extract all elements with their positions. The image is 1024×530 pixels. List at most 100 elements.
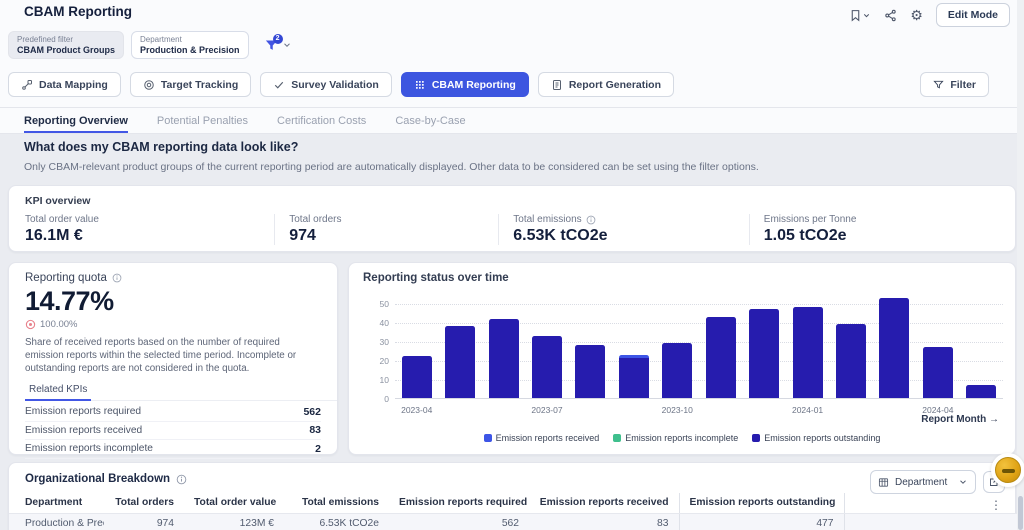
toolbar-tab-survey-validation[interactable]: Survey Validation	[260, 72, 392, 97]
y-tick-label: 10	[379, 375, 389, 386]
column-header-emission-reports-outstanding[interactable]: Emission reports outstanding	[678, 493, 844, 514]
toolbar-tab-report-generation[interactable]: Report Generation	[537, 72, 674, 97]
toolbar-tab-data-mapping[interactable]: Data Mapping	[8, 72, 121, 97]
chart-bar-2023-08[interactable]	[575, 345, 606, 398]
chart-plot: 0 10 20 30 40 50 2023-04 2023-07 2023-10 2024-01 2…	[380, 295, 1003, 415]
info-icon[interactable]	[112, 273, 122, 283]
reporting-quota-description: Share of received reports based on the n…	[25, 337, 297, 375]
chart-bar-2023-09[interactable]	[618, 354, 649, 398]
info-icon[interactable]	[176, 474, 187, 485]
scrollbar-thumb[interactable]	[1018, 496, 1023, 530]
cell-emission-reports-outstanding: 477	[678, 513, 844, 530]
related-kpi-value: 562	[303, 405, 321, 418]
related-kpi-emission-reports-incomplete: Emission reports incomplete 2	[25, 440, 321, 459]
coin-icon	[995, 457, 1021, 483]
assistant-badge[interactable]	[991, 453, 1024, 487]
chip-label: Predefined filter	[17, 35, 74, 44]
cell-total-orders: 974	[104, 513, 184, 530]
chart-legend: Emission reports received Emission report…	[349, 433, 1015, 443]
chart-bar-2023-12[interactable]	[749, 309, 780, 398]
kpi-value: 6.53K tCO2e	[513, 227, 608, 244]
reporting-quota-card: Reporting quota 14.77% 100.00% Share of …	[8, 262, 338, 474]
cell-emission-reports-required: 562	[389, 513, 529, 530]
subtab-case-by-case[interactable]: Case-by-Case	[395, 108, 465, 133]
bar-segment-emission-reports-outstanding	[618, 358, 649, 398]
toolbar-tab-label: Target Tracking	[160, 78, 239, 91]
table-row[interactable]: Production & Preci...974123M €6.53K tCO2…	[9, 513, 1017, 530]
subtab-bar: Reporting Overview Potential Penalties Cer…	[0, 107, 1024, 134]
edit-mode-button[interactable]: Edit Mode	[935, 3, 1010, 27]
related-kpis-tab[interactable]: Related KPIs	[25, 384, 92, 402]
legend-item-emission-reports-outstanding[interactable]: Emission reports outstanding	[752, 433, 880, 443]
reporting-status-chart-card: Reporting status over time 0 10 20 30 40 50 20…	[348, 262, 1016, 455]
subtab-reporting-overview[interactable]: Reporting Overview	[24, 108, 128, 133]
bar-segment-emission-reports-outstanding	[922, 346, 953, 398]
bar-segment-emission-reports-outstanding	[792, 307, 823, 398]
chart-bar-2024-05[interactable]	[966, 384, 997, 398]
share-icon[interactable]	[884, 9, 897, 22]
bookmark-icon[interactable]	[849, 9, 871, 22]
chart-bar-2024-01[interactable]	[792, 307, 823, 398]
bar-segment-emission-reports-outstanding	[575, 345, 606, 398]
related-kpi-emission-reports-received: Emission reports received 83	[25, 422, 321, 441]
chip-label: Department	[140, 35, 182, 44]
gridline	[395, 361, 1003, 363]
toolbar-tab-label: Survey Validation	[291, 78, 379, 91]
active-filters-control[interactable]: 2	[264, 33, 292, 53]
subtab-certification-costs[interactable]: Certification Costs	[277, 108, 366, 133]
chart-bar-2023-10[interactable]	[662, 343, 693, 398]
related-kpi-emission-reports-required: Emission reports required 562	[25, 403, 321, 422]
toolbar-tab-label: Report Generation	[568, 78, 661, 91]
column-header-emission-reports-required[interactable]: Emission reports required	[389, 493, 529, 514]
cell-department: Production & Preci...	[9, 513, 104, 530]
chart-bar-2023-07[interactable]	[532, 335, 562, 398]
column-header-total-orders[interactable]: Total orders	[104, 493, 184, 514]
related-kpi-value: 2	[315, 442, 321, 455]
kpi-label: Total order value	[25, 214, 99, 225]
legend-swatch	[613, 434, 622, 442]
gear-icon[interactable]: ⚙	[910, 7, 923, 24]
chart-bar-2023-06[interactable]	[488, 318, 519, 398]
toolbar-tabs: Data Mapping Target Tracking Survey Valida…	[8, 72, 674, 97]
chart-bar-2024-02[interactable]	[836, 324, 866, 398]
legend-label: Emission reports outstanding	[764, 433, 881, 443]
org-breakdown-title: Organizational Breakdown	[25, 473, 187, 485]
related-kpi-value: 83	[309, 424, 321, 437]
toolbar-tab-target-tracking[interactable]: Target Tracking	[129, 72, 252, 97]
kpi-value: 974	[289, 227, 316, 244]
cell-filler	[843, 513, 1017, 530]
column-header-emission-reports-received[interactable]: Emission reports received	[529, 493, 679, 514]
table-body: Production & Preci...974123M €6.53K tCO2…	[9, 513, 1017, 530]
column-header-total-emissions[interactable]: Total emissions	[284, 493, 389, 514]
reporting-quota-target: 100.00%	[25, 319, 321, 330]
target-icon	[25, 319, 36, 330]
chart-bar-2023-11[interactable]	[705, 316, 736, 398]
chip-value: Production & Precision	[140, 45, 240, 55]
x-tick-label: 2023-04	[401, 405, 433, 415]
toolbar-tab-cbam-reporting[interactable]: CBAM Reporting	[400, 72, 529, 97]
filter-chip-predefined-filter[interactable]: Predefined filter CBAM Product Groups	[8, 31, 124, 59]
chart-bar-2023-05[interactable]	[445, 326, 476, 398]
chart-bar-2023-04[interactable]	[401, 356, 432, 398]
legend-item-emission-reports-received[interactable]: Emission reports received	[483, 433, 599, 443]
group-by-value: Department	[895, 476, 948, 488]
group-by-select[interactable]: Department	[870, 470, 976, 494]
chart-bar-2024-04[interactable]	[922, 346, 953, 398]
filter-chip-department[interactable]: Department Production & Precision	[131, 31, 249, 59]
gridline	[395, 342, 1003, 344]
bar-segment-emission-reports-outstanding	[662, 343, 693, 398]
column-header-department[interactable]: Department	[9, 493, 104, 514]
info-icon[interactable]	[586, 215, 596, 225]
kpi-label: Total orders	[289, 214, 342, 225]
filter-button[interactable]: Filter	[920, 72, 989, 97]
column-header-total-order-value[interactable]: Total order value	[184, 493, 284, 514]
subtab-potential-penalties[interactable]: Potential Penalties	[157, 108, 248, 133]
funnel-icon	[933, 80, 944, 89]
chart-bar-2024-03[interactable]	[879, 297, 910, 398]
bar-segment-emission-reports-outstanding	[836, 324, 866, 398]
x-tick-label: 2023-10	[661, 405, 693, 415]
reporting-quota-value: 14.77%	[25, 286, 114, 316]
legend-item-emission-reports-incomplete[interactable]: Emission reports incomplete	[613, 433, 738, 443]
chart-x-axis-label: Report Month →	[921, 414, 999, 425]
reporting-quota-title: Reporting quota	[25, 272, 321, 284]
